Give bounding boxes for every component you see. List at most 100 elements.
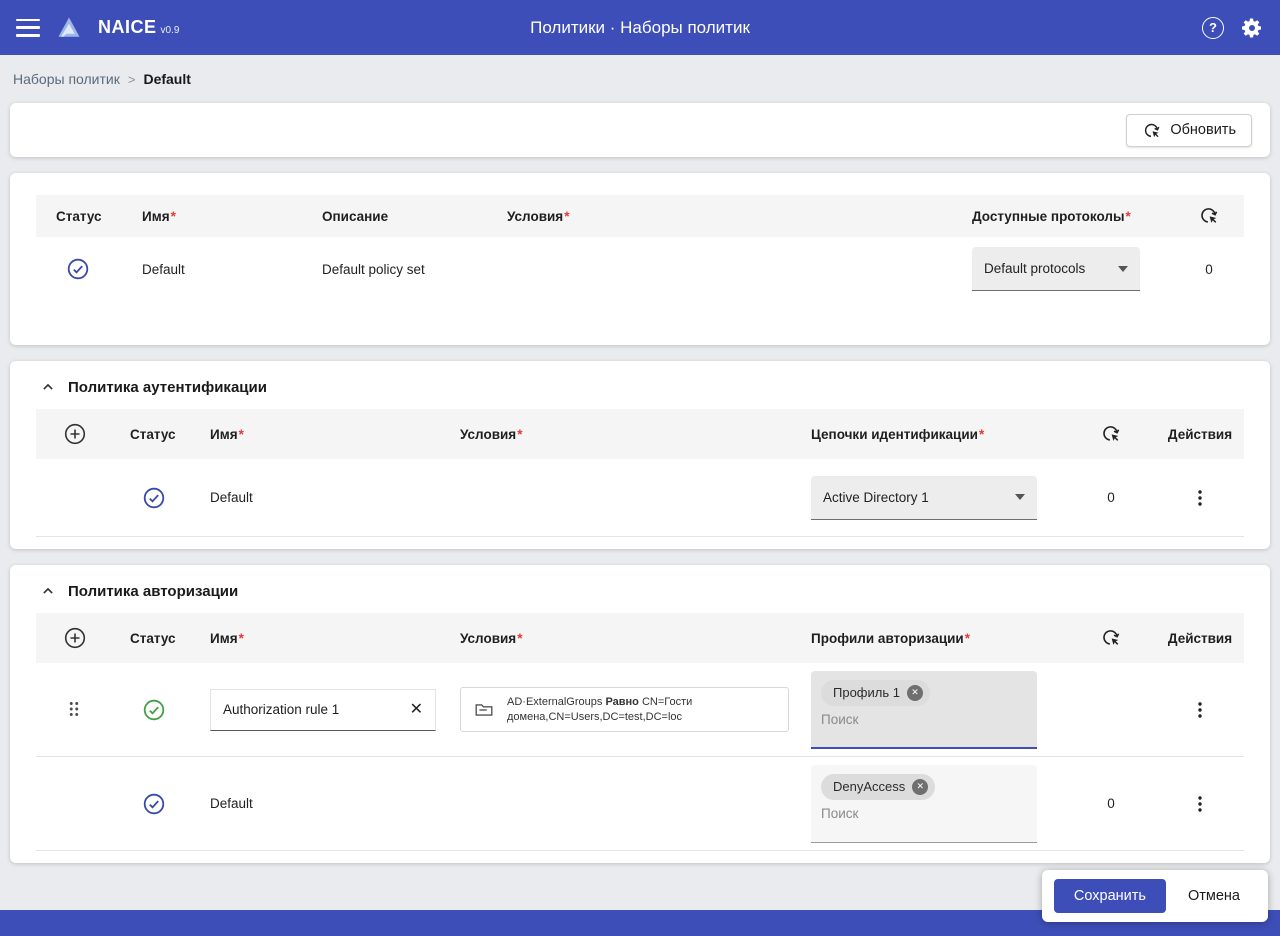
status-enabled-icon[interactable] [66,257,90,281]
toolbar-card: Обновить [10,103,1270,157]
authz-actions-cell [1156,792,1244,816]
chevron-down-icon [1118,266,1128,272]
settings-gear-icon[interactable] [1240,16,1264,40]
policy-set-name: Default [126,247,306,291]
col-name: Имя* [126,209,306,224]
auth-hits: 0 [1066,490,1156,505]
status-enabled-icon[interactable] [142,792,166,816]
refresh-button-label: Обновить [1170,122,1236,138]
protocols-select-value: Default protocols [984,261,1085,276]
breadcrumb-parent-link[interactable]: Наборы политик [13,71,120,87]
col-actions: Действия [1156,631,1244,646]
authz-actions-cell [1156,698,1244,722]
authorization-profiles-field[interactable]: Профиль 1 ✕ [811,671,1037,749]
col-status: Статус [114,427,194,442]
brand-version: v0.9 [161,25,180,36]
auth-chain-cell: Active Directory 1 [811,476,1066,520]
authz-profiles-cell: DenyAccess ✕ [811,765,1066,843]
condition-folder-icon [473,699,495,721]
authz-status-cell [114,698,194,722]
kebab-menu-icon[interactable] [1188,792,1212,816]
breadcrumb-current: Default [143,71,190,87]
chip-remove-icon[interactable]: ✕ [907,685,923,701]
kebab-menu-icon[interactable] [1188,486,1212,510]
condition-expression: AD·ExternalGroups Равно CN=Гости домена,… [507,695,776,725]
identity-chain-value: Active Directory 1 [823,490,929,505]
app-bar: NAICE v0.9 Политики · Наборы политик ? [0,0,1280,55]
col-hits [1066,423,1156,445]
auth-rule-name: Default [194,490,444,505]
policy-set-card: Статус Имя* Описание Условия* Доступные … [10,173,1270,345]
brand-name: NAICE [98,17,157,38]
col-conditions: Условия* [491,209,964,224]
hits-counter-icon [1100,423,1122,445]
kebab-menu-icon[interactable] [1188,698,1212,722]
chevron-down-icon [1015,494,1025,500]
required-marker: * [239,427,244,442]
add-rule-icon[interactable] [63,626,87,650]
condition-chip[interactable]: AD·ExternalGroups Равно CN=Гости домена,… [460,687,789,733]
authz-rule-name-cell: ✕ [194,689,444,731]
protocols-select[interactable]: Default protocols [972,247,1140,291]
status-enabled-icon[interactable] [142,486,166,510]
authz-condition-cell: AD·ExternalGroups Равно CN=Гости домена,… [444,687,811,733]
collapse-chevron-icon[interactable] [38,377,58,397]
col-chains: Цепочки идентификации* [811,427,1066,442]
clear-input-icon[interactable]: ✕ [406,700,427,720]
rule-name-input[interactable] [223,702,406,717]
cancel-button[interactable]: Отмена [1172,879,1256,913]
profile-chip-label: DenyAccess [833,779,905,794]
required-marker: * [517,631,522,646]
policy-set-conditions [491,247,964,291]
hits-counter-icon [1100,627,1122,649]
col-name: Имя* [194,631,444,646]
col-protocols: Доступные протоколы* [964,209,1174,224]
policy-set-table-header: Статус Имя* Описание Условия* Доступные … [36,195,1244,237]
help-icon[interactable]: ? [1202,17,1224,39]
refresh-button[interactable]: Обновить [1126,114,1252,147]
col-conditions: Условия* [444,427,811,442]
required-marker: * [564,209,569,224]
breadcrumb-separator: > [128,72,136,87]
col-profiles: Профили авторизации* [811,631,1066,646]
authz-status-cell [114,792,194,816]
authz-profiles-cell: Профиль 1 ✕ [811,671,1066,749]
hits-counter-icon [1198,205,1220,227]
col-status: Статус [114,631,194,646]
profiles-search-input[interactable] [821,712,1027,727]
authorization-rule-row: ✕ AD·ExternalGroups Равно CN=Гости домен… [36,663,1244,757]
add-rule-icon[interactable] [63,422,87,446]
authorization-rule-row: Default DenyAccess ✕ 0 [36,757,1244,851]
authentication-rule-row: Default Active Directory 1 0 [36,459,1244,537]
authorization-table-header: Статус Имя* Условия* Профили авторизации… [36,613,1244,663]
save-button[interactable]: Сохранить [1054,879,1166,913]
page-title: Политики · Наборы политик [0,18,1280,38]
authentication-policy-card: Политика аутентификации Статус Имя* Усло… [10,361,1270,549]
required-marker: * [517,427,522,442]
collapse-chevron-icon[interactable] [38,581,58,601]
status-enabled-icon[interactable] [142,698,166,722]
condition-operator: Равно [605,696,638,708]
profiles-search-input[interactable] [821,806,1027,821]
col-conditions: Условия* [444,631,811,646]
breadcrumb: Наборы политик > Default [0,55,1280,103]
authz-rule-name: Default [194,796,444,811]
authentication-section-title: Политика аутентификации [68,379,267,396]
col-hits [1066,627,1156,649]
menu-icon[interactable] [16,19,40,37]
naice-logo [54,14,84,42]
auth-status-cell [114,486,194,510]
required-marker: * [965,631,970,646]
profile-chip: Профиль 1 ✕ [821,680,930,706]
col-description: Описание [306,209,491,224]
chip-remove-icon[interactable]: ✕ [912,779,928,795]
authorization-section-title: Политика авторизации [68,583,238,600]
drag-handle-icon[interactable] [63,698,87,722]
rule-name-field: ✕ [210,689,436,731]
condition-attribute: AD·ExternalGroups [507,696,602,708]
authorization-profiles-field[interactable]: DenyAccess ✕ [811,765,1037,843]
profile-chip-label: Профиль 1 [833,685,900,700]
identity-chain-select[interactable]: Active Directory 1 [811,476,1037,520]
col-status: Статус [36,209,126,224]
save-cancel-bar: Сохранить Отмена [1042,870,1268,922]
